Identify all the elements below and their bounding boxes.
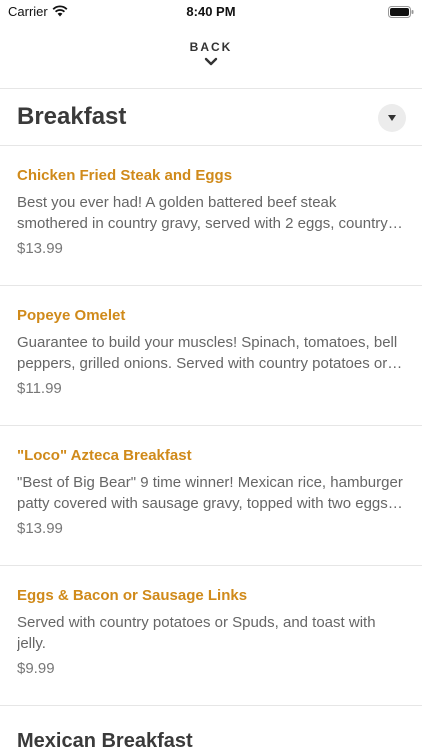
caret-down-icon [388, 115, 396, 121]
item-divider [0, 705, 422, 706]
back-button[interactable]: BACK [0, 36, 422, 88]
section-title: Breakfast [17, 103, 127, 130]
back-label: BACK [189, 40, 233, 54]
collapse-toggle-button[interactable] [378, 104, 406, 132]
section-header: Breakfast [0, 89, 422, 145]
status-bar: Carrier 8:40 PM [0, 0, 422, 24]
item-description: Best you ever had! A golden battered bee… [17, 194, 388, 232]
item-price: $11.99 [17, 380, 62, 397]
item-price: $13.99 [17, 240, 63, 257]
menu-item[interactable]: Popeye Omelet Guarantee to build your mu… [0, 286, 422, 426]
item-description: Guarantee to build your muscles! Spinach… [17, 334, 398, 372]
item-description: "Best of Big Bear" 9 time winner! Mexica… [17, 474, 403, 512]
chevron-down-icon [204, 57, 218, 66]
item-price: $9.99 [17, 660, 55, 677]
item-name: Eggs & Bacon or Sausage Links [17, 587, 248, 604]
item-price: $13.99 [17, 520, 63, 537]
item-description: Served with country potatoes or Spuds, a… [17, 614, 376, 652]
menu-item[interactable]: Chicken Fried Steak and Eggs Best you ev… [0, 146, 422, 286]
menu-item[interactable]: Eggs & Bacon or Sausage Links Served wit… [0, 566, 422, 706]
battery-icon [388, 5, 414, 23]
menu-item[interactable]: "Loco" Azteca Breakfast "Best of Big Bea… [0, 426, 422, 566]
item-name: Chicken Fried Steak and Eggs [17, 167, 233, 184]
clock-time: 8:40 PM [186, 4, 236, 19]
item-name: Popeye Omelet [17, 307, 126, 324]
item-name: "Loco" Azteca Breakfast [17, 447, 192, 464]
